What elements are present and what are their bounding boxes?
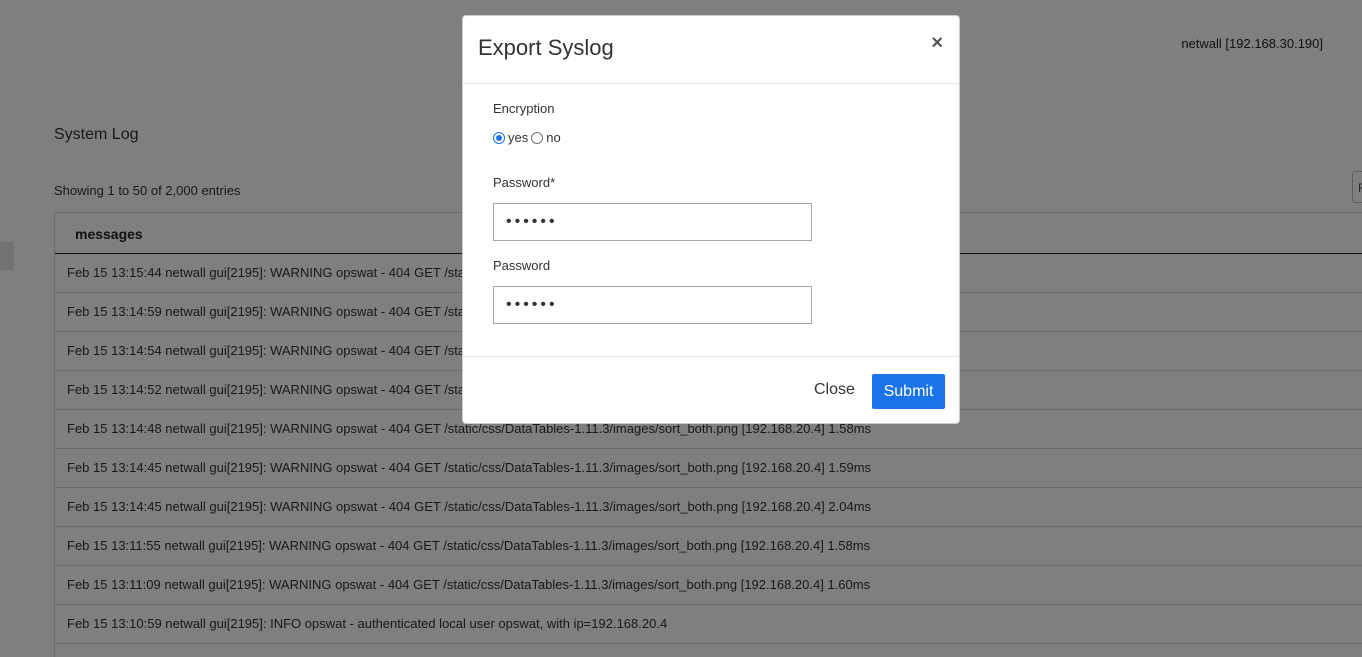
close-icon[interactable]: × bbox=[931, 33, 943, 53]
encryption-no-label[interactable]: no bbox=[546, 130, 560, 145]
encryption-label: Encryption bbox=[493, 101, 555, 116]
close-button[interactable]: Close bbox=[814, 381, 855, 399]
encryption-no-radio[interactable] bbox=[531, 131, 544, 144]
encryption-yes-label[interactable]: yes bbox=[508, 130, 528, 145]
encryption-radio-group: yes no bbox=[493, 130, 564, 145]
syslog-page: netwall [192.168.30.190] System Log Show… bbox=[0, 0, 1362, 657]
modal-header: Export Syslog × bbox=[463, 16, 959, 84]
modal-footer: Close Submit bbox=[463, 357, 959, 423]
modal-body: Encryption yes no Password* •••••• Passw… bbox=[463, 84, 959, 357]
confirm-password-field[interactable]: •••••• bbox=[493, 286, 812, 324]
submit-button[interactable]: Submit bbox=[872, 374, 945, 409]
modal-title: Export Syslog bbox=[478, 35, 614, 60]
password-label: Password* bbox=[493, 175, 556, 190]
export-syslog-modal: Export Syslog × Encryption yes no Passwo… bbox=[462, 15, 960, 424]
confirm-password-label: Password bbox=[493, 258, 551, 273]
encryption-yes-radio[interactable] bbox=[493, 131, 505, 144]
password-field[interactable]: •••••• bbox=[493, 203, 812, 241]
